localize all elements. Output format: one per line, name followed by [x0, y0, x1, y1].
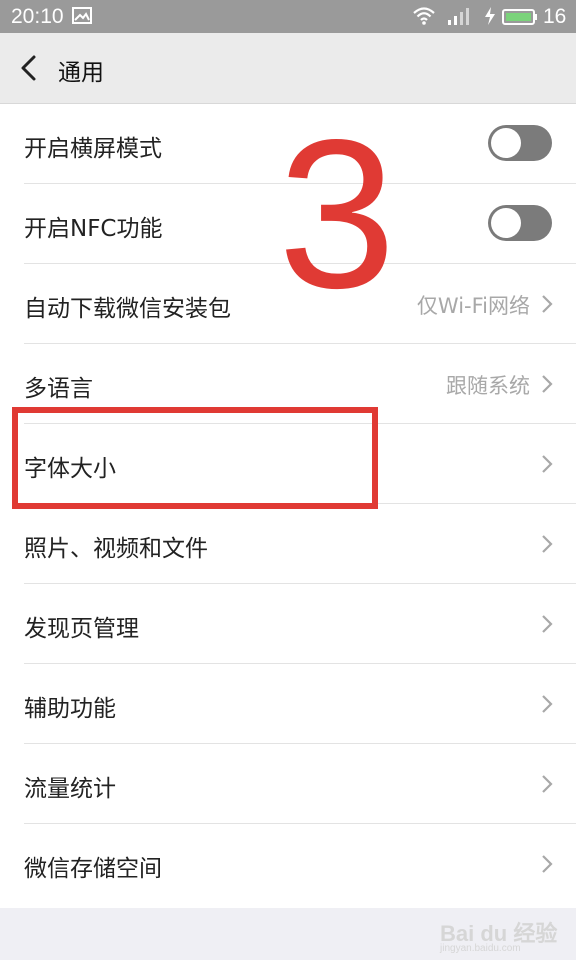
watermark-url: jingyan.baidu.com — [440, 943, 521, 954]
setting-label: 辅助功能 — [24, 696, 116, 722]
setting-accessibility[interactable]: 辅助功能 — [0, 664, 576, 744]
setting-value: 跟随系统 — [446, 374, 530, 398]
setting-data-usage[interactable]: 流量统计 — [0, 744, 576, 824]
chevron-right-icon — [542, 455, 553, 473]
setting-label: 流量统计 — [24, 776, 116, 802]
chevron-right-icon — [542, 775, 553, 793]
wifi-icon — [413, 7, 435, 25]
setting-label: 照片、视频和文件 — [24, 536, 208, 562]
status-bar: 20:10 16 — [0, 0, 576, 33]
signal-icon — [448, 8, 469, 25]
image-icon — [72, 7, 92, 24]
setting-label: 发现页管理 — [24, 616, 139, 642]
setting-storage[interactable]: 微信存储空间 — [0, 824, 576, 904]
landscape-mode-toggle[interactable] — [488, 125, 552, 161]
chevron-right-icon — [542, 855, 553, 873]
setting-value: 仅Wi-Fi网络 — [416, 294, 530, 318]
chevron-right-icon — [542, 615, 553, 633]
chevron-right-icon — [542, 375, 553, 393]
setting-label: 多语言 — [24, 376, 93, 402]
battery-level: 16 — [543, 5, 567, 28]
back-button[interactable] — [12, 50, 48, 86]
title-bar: 通用 — [0, 33, 576, 104]
footer-area: Bai du 经验 jingyan.baidu.com — [0, 908, 576, 960]
setting-photos-videos-files[interactable]: 照片、视频和文件 — [0, 504, 576, 584]
setting-discover-management[interactable]: 发现页管理 — [0, 584, 576, 664]
nfc-toggle[interactable] — [488, 205, 552, 241]
charging-icon — [485, 7, 495, 25]
toggle-knob — [491, 208, 521, 238]
highlight-box-annotation — [12, 407, 378, 509]
status-time: 20:10 — [11, 5, 64, 28]
setting-label: 开启NFC功能 — [24, 216, 163, 242]
step-number-annotation: 3 — [278, 95, 396, 332]
setting-label: 自动下载微信安装包 — [24, 296, 231, 322]
battery-icon — [502, 9, 537, 25]
toggle-knob — [491, 128, 521, 158]
chevron-right-icon — [542, 295, 553, 313]
setting-label: 开启横屏模式 — [24, 136, 162, 162]
setting-label: 微信存储空间 — [24, 856, 162, 882]
chevron-right-icon — [542, 695, 553, 713]
watermark: Bai du 经验 jingyan.baidu.com — [440, 916, 557, 954]
page-title: 通用 — [58, 60, 104, 86]
chevron-right-icon — [542, 535, 553, 553]
